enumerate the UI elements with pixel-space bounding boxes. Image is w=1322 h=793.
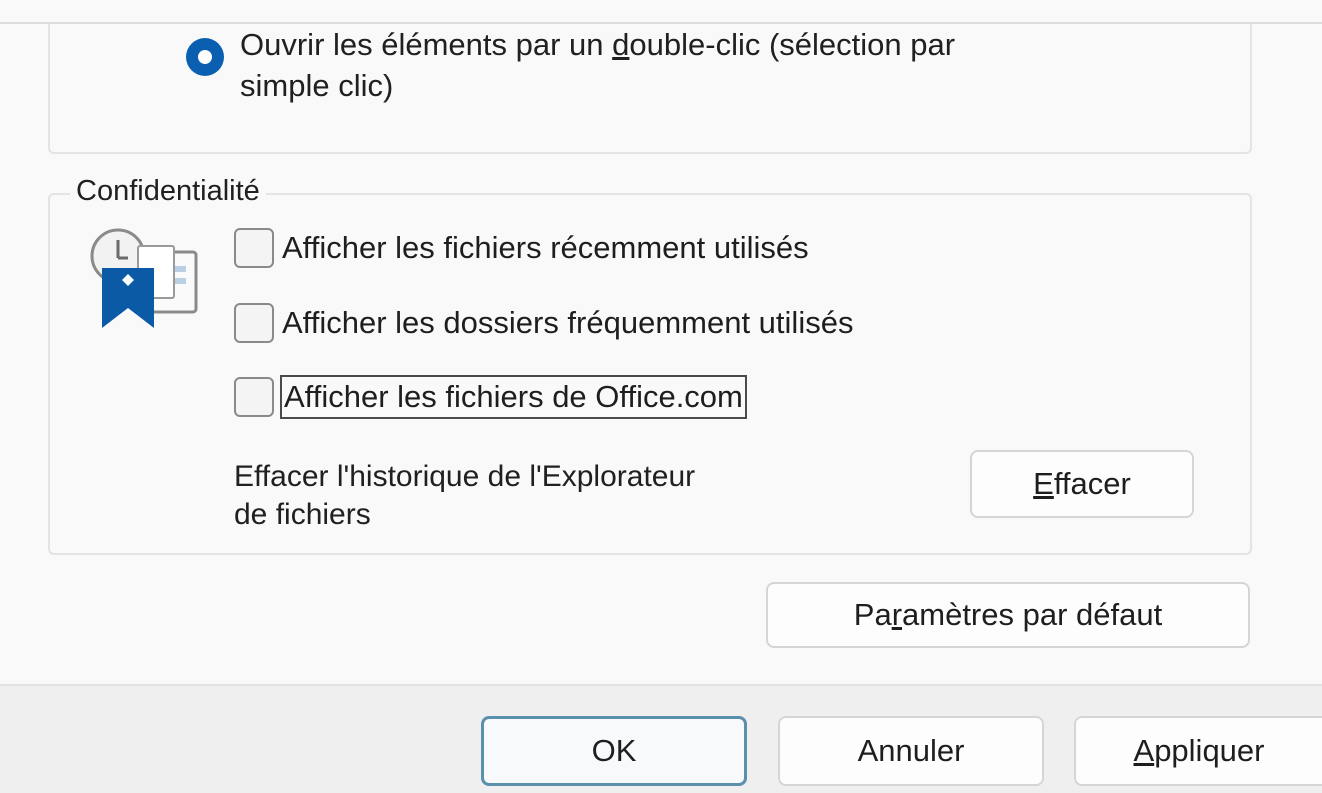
ok-button[interactable]: OK	[481, 716, 747, 786]
clear-history-text: Effacer l'historique de l'Explorateur de…	[234, 460, 696, 531]
office-files-label[interactable]: Afficher les fichiers de Office.com	[280, 375, 747, 419]
checkbox-row-frequent-folders[interactable]: Afficher les dossiers fréquemment utilis…	[234, 301, 853, 345]
double-click-radio-label[interactable]: Ouvrir les éléments par un double-clic (…	[240, 24, 1140, 106]
folder-options-dialog: Ouvrir les éléments par un double-clic (…	[0, 0, 1322, 793]
frequent-folders-checkbox[interactable]	[234, 303, 274, 343]
double-click-radio[interactable]	[186, 38, 224, 76]
clear-button[interactable]: Effacer	[970, 450, 1194, 518]
recent-files-icon	[90, 228, 198, 328]
checkbox-row-recent-files[interactable]: Afficher les fichiers récemment utilisés	[234, 226, 809, 270]
apply-button[interactable]: Appliquer	[1074, 716, 1322, 786]
office-files-checkbox[interactable]	[234, 377, 274, 417]
frequent-folders-label[interactable]: Afficher les dossiers fréquemment utilis…	[282, 303, 853, 343]
recent-files-label[interactable]: Afficher les fichiers récemment utilisés	[282, 228, 809, 268]
privacy-legend: Confidentialité	[70, 172, 266, 210]
cancel-button[interactable]: Annuler	[778, 716, 1044, 786]
checkbox-row-office-files[interactable]: Afficher les fichiers de Office.com	[234, 375, 747, 419]
recent-files-checkbox[interactable]	[234, 228, 274, 268]
restore-defaults-button[interactable]: Pa r amètres par défaut	[766, 582, 1250, 648]
